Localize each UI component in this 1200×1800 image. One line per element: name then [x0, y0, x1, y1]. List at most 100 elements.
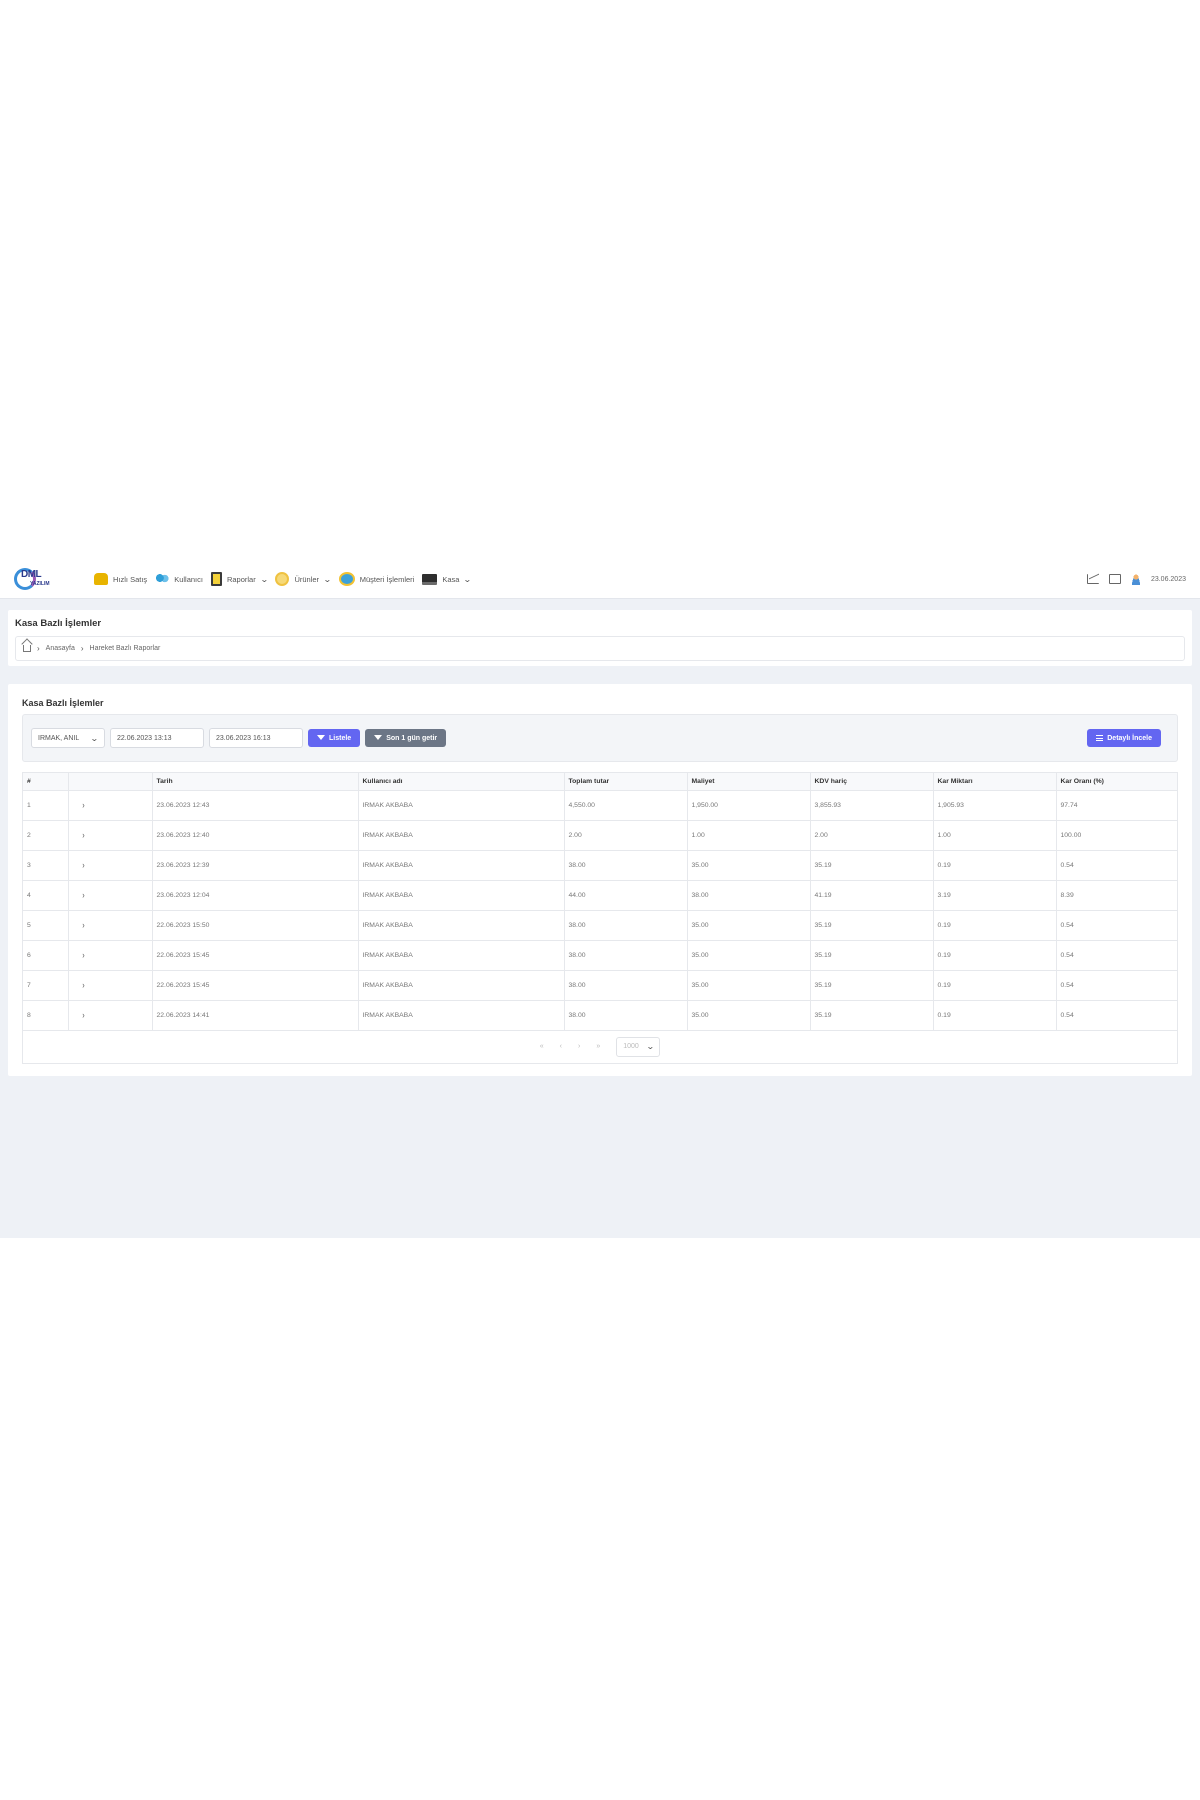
column-header[interactable]: Kar Oranı (%) — [1056, 773, 1177, 791]
table-cell: 3,855.93 — [810, 790, 934, 821]
first-page-button[interactable]: « — [540, 1043, 544, 1050]
filter-bar: IRMAK, ANIL ⌄ 22.06.2023 13:13 23.06.202… — [22, 714, 1178, 762]
table-row[interactable]: 8 › 22.06.2023 14:41 IRMAK AKBABA 38.00 35.00… — [23, 1000, 1177, 1031]
column-header[interactable]: # — [23, 773, 69, 791]
table-cell: IRMAK AKBABA — [358, 1000, 565, 1031]
expand-cell: › — [68, 940, 153, 971]
table-cell: IRMAK AKBABA — [358, 820, 565, 851]
table-row[interactable]: 3 › 23.06.2023 12:39 IRMAK AKBABA 38.00 35.00… — [23, 850, 1177, 881]
next-page-button[interactable]: › — [578, 1043, 580, 1050]
expand-row-chevron-icon[interactable]: › — [82, 800, 84, 810]
menu-item-label: Kullanıcı — [174, 574, 203, 584]
table-cell: 38.00 — [564, 970, 688, 1001]
menu-item-kasa[interactable]: Kasa ⌄ — [422, 573, 472, 585]
column-header[interactable]: Kullanıcı adı — [358, 773, 565, 791]
expand-row-chevron-icon[interactable]: › — [82, 890, 84, 900]
table-row[interactable]: 6 › 22.06.2023 15:45 IRMAK AKBABA 38.00 35.00… — [23, 940, 1177, 971]
column-header[interactable]: Maliyet — [687, 773, 811, 791]
table-row[interactable]: 2 › 23.06.2023 12:40 IRMAK AKBABA 2.00 1.00 2.… — [23, 820, 1177, 851]
menu-item-label: Müşteri İşlemleri — [359, 574, 415, 584]
table-cell: IRMAK AKBABA — [358, 880, 565, 911]
column-header[interactable]: Kar Miktarı — [933, 773, 1057, 791]
table-cell: 38.00 — [687, 880, 811, 911]
table-cell: 23.06.2023 12:43 — [152, 790, 359, 821]
table-cell: 1,950.00 — [687, 790, 811, 821]
table-cell: 35.00 — [687, 1000, 811, 1031]
menu-item-hizli-satis[interactable]: Hızlı Satış — [94, 573, 147, 585]
table-cell: 2.00 — [564, 820, 688, 851]
expand-cell: › — [68, 1000, 153, 1031]
chevron-down-icon: ⌄ — [259, 574, 269, 584]
column-header[interactable]: KDV hariç — [810, 773, 934, 791]
table-cell: 35.19 — [810, 970, 934, 1001]
expand-row-chevron-icon[interactable]: › — [82, 980, 84, 990]
card-title: Kasa Bazlı İşlemler — [22, 698, 104, 708]
table-cell: IRMAK AKBABA — [358, 790, 565, 821]
table-cell: 22.06.2023 14:41 — [152, 1000, 359, 1031]
table-cell: 44.00 — [564, 880, 688, 911]
table-cell: IRMAK AKBABA — [358, 970, 565, 1001]
expand-cell: › — [68, 910, 153, 941]
table-cell: 22.06.2023 15:50 — [152, 910, 359, 941]
customer-icon — [338, 572, 355, 586]
chevron-down-icon: ⌄ — [90, 733, 100, 743]
table-cell: 2.00 — [810, 820, 934, 851]
table-cell: 5 — [23, 910, 69, 941]
breadcrumb-item-anasayfa[interactable]: Anasayfa — [46, 645, 75, 652]
expand-cell: › — [68, 820, 153, 851]
menu-item-musteri-islemleri[interactable]: Müşteri İşlemleri — [338, 572, 415, 586]
cart-icon — [94, 573, 108, 585]
column-header[interactable]: Tarih — [152, 773, 359, 791]
table-cell: 35.19 — [810, 940, 934, 971]
chart-icon[interactable] — [1086, 574, 1099, 584]
page-size-select[interactable]: 1000 ⌄ — [616, 1036, 661, 1057]
menu-item-kullanici[interactable]: Kullanıcı — [155, 574, 203, 584]
table-header-row: # Tarih Kullanıcı adı Toplam tutar Maliy… — [23, 773, 1177, 791]
column-header[interactable]: Toplam tutar — [564, 773, 688, 791]
menu-item-raporlar[interactable]: Raporlar ⌄ — [210, 572, 269, 586]
table-row[interactable]: 7 › 22.06.2023 15:45 IRMAK AKBABA 38.00 35.00… — [23, 970, 1177, 1001]
expand-row-chevron-icon[interactable]: › — [82, 830, 84, 840]
last-day-button[interactable]: Son 1 gün getir — [365, 729, 447, 747]
user-avatar-icon[interactable] — [1130, 573, 1141, 585]
end-date-input[interactable]: 23.06.2023 16:13 — [209, 728, 303, 748]
chevron-down-icon: ⌄ — [323, 574, 332, 584]
table-cell: 0.54 — [1056, 940, 1177, 971]
breadcrumb-item-current: Hareket Bazlı Raporlar — [89, 645, 161, 652]
table-row[interactable]: 4 › 23.06.2023 12:04 IRMAK AKBABA 44.00 38.00… — [23, 880, 1177, 911]
table-cell: 35.00 — [687, 940, 811, 971]
home-icon[interactable] — [23, 645, 31, 652]
detail-button[interactable]: Detaylı İncele — [1087, 729, 1161, 747]
prev-page-button[interactable]: ‹ — [560, 1043, 562, 1050]
list-button-label: Listele — [329, 734, 352, 742]
users-icon — [155, 574, 170, 584]
expand-cell: › — [68, 970, 153, 1001]
expand-row-chevron-icon[interactable]: › — [82, 1010, 84, 1020]
table-cell: 1.00 — [933, 820, 1057, 851]
table-row[interactable]: 1 › 23.06.2023 12:43 IRMAK AKBABA 4,550.00 1,… — [23, 790, 1177, 821]
expand-cell: › — [68, 880, 153, 911]
expand-cell: › — [68, 850, 153, 881]
expand-row-chevron-icon[interactable]: › — [82, 950, 84, 960]
filter-icon — [374, 734, 383, 742]
list-icon — [1096, 735, 1104, 741]
logo[interactable]: DML YAZILIM — [14, 565, 76, 593]
table-cell: 1.00 — [687, 820, 811, 851]
menu-item-urunler[interactable]: Ürünler ⌄ — [275, 572, 332, 586]
nav-right-tools: 23.06.2023 — [1086, 573, 1186, 585]
main-card: Kasa Bazlı İşlemler IRMAK, ANIL ⌄ 22.06.… — [8, 684, 1192, 1076]
table-row[interactable]: 5 › 22.06.2023 15:50 IRMAK AKBABA 38.00 35.00… — [23, 910, 1177, 941]
list-button[interactable]: Listele — [308, 729, 361, 747]
user-select[interactable]: IRMAK, ANIL ⌄ — [31, 728, 105, 748]
table-cell: 2 — [23, 820, 69, 851]
start-date-input[interactable]: 22.06.2023 13:13 — [110, 728, 204, 748]
expand-row-chevron-icon[interactable]: › — [82, 920, 84, 930]
table-cell: 22.06.2023 15:45 — [152, 970, 359, 1001]
table-cell: 1 — [23, 790, 69, 821]
table-cell: 4 — [23, 880, 69, 911]
expand-row-chevron-icon[interactable]: › — [82, 860, 84, 870]
last-page-button[interactable]: » — [596, 1043, 600, 1050]
table-cell: 35.00 — [687, 970, 811, 1001]
briefcase-icon[interactable] — [1108, 574, 1121, 584]
table-cell: 38.00 — [564, 910, 688, 941]
